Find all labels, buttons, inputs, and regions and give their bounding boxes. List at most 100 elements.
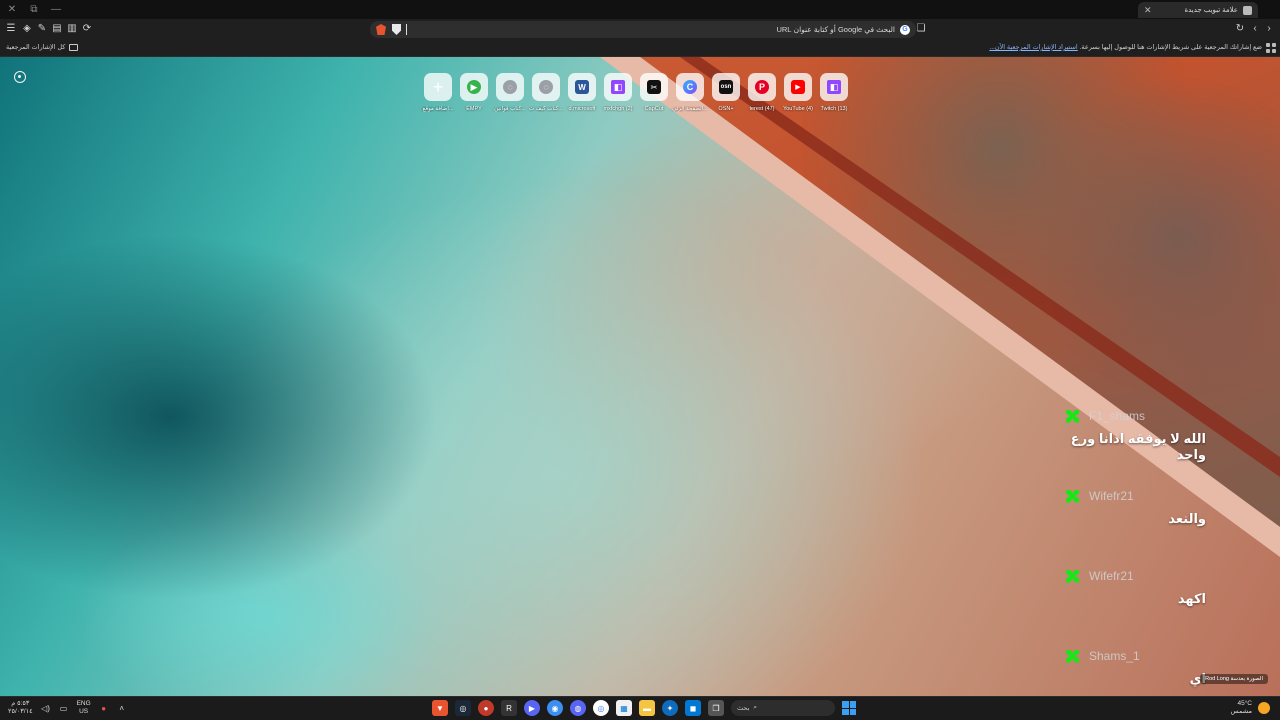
pinterest-icon: P: [755, 80, 769, 94]
start-icon[interactable]: [842, 701, 856, 715]
top-site-tile-bg: ◧: [604, 73, 632, 101]
bookmarks-bar: كل الإشارات المرجعية ضع إشاراتك المرجعية…: [0, 40, 1280, 57]
bookmarks-hint: ضع إشاراتك المرجعية على شريط الإشارات هن…: [989, 43, 1262, 51]
sidebar-icon[interactable]: ▥: [65, 22, 79, 36]
apps-grid-icon[interactable]: [1266, 43, 1276, 53]
microphone-icon[interactable]: ●: [99, 703, 109, 713]
restore-window-icon[interactable]: ⧉: [24, 2, 44, 17]
copilot-icon: C: [683, 80, 697, 94]
temperature: 45°C: [1237, 700, 1252, 707]
chat-text: والنعد: [1168, 511, 1206, 526]
clock[interactable]: ٥:٥٣ م ٢٥/٠٣/١٤: [8, 700, 33, 716]
top-site-label: EMPY: [466, 106, 482, 112]
search-icon: ⌕: [753, 704, 758, 711]
customize-icon[interactable]: [14, 71, 26, 83]
top-site-tile-bg: ◧: [820, 73, 848, 101]
copilot-taskbar-icon[interactable]: ✦: [662, 700, 678, 716]
twitch-icon: ◧: [611, 80, 625, 94]
tab-favicon-icon: [1243, 5, 1252, 15]
tab-new-tab[interactable]: علامة تبويب جديدة ✕: [1138, 2, 1258, 18]
chat-text: الله لا يوفقه ادانا ورع واحد: [1070, 431, 1206, 462]
top-site-tile[interactable]: ▶ YouTube (4): [783, 73, 813, 112]
chrome-icon[interactable]: ◎: [593, 700, 609, 716]
brave-profile-icon[interactable]: ●: [478, 700, 494, 716]
top-site-tile[interactable]: ◌ كتاب قوانين...: [494, 73, 526, 112]
top-site-tile-bg: osn: [712, 73, 740, 101]
address-bar[interactable]: G البحث في Google أو كتابة عنوان URL: [370, 21, 916, 38]
play-icon: ▶: [467, 80, 481, 94]
top-site-tile[interactable]: ✂ CapCut: [640, 73, 668, 112]
tab-close-icon[interactable]: ✕: [1144, 5, 1152, 16]
taskbar-search[interactable]: ⌕ بحث: [731, 700, 835, 716]
minimize-window-icon[interactable]: —: [46, 2, 66, 17]
rockstar-icon[interactable]: R: [501, 700, 517, 716]
brave-icon[interactable]: ▼: [432, 700, 448, 716]
close-window-icon[interactable]: ✕: [2, 2, 22, 17]
chat-message: Wifefr21 والنعد: [1066, 489, 1236, 569]
top-site-tile[interactable]: ▶ EMPY: [460, 73, 488, 112]
twitch-icon: ◧: [827, 80, 841, 94]
top-site-label: OSN+: [718, 106, 734, 112]
top-site-tile[interactable]: osn OSN+: [712, 73, 740, 112]
top-site-tile-bg: ◌: [532, 73, 560, 101]
import-bookmarks-link[interactable]: استيراد الإشارات المرجعية الآن...: [989, 44, 1077, 51]
top-site-tile[interactable]: ◧ Twitch (13): [820, 73, 848, 112]
back-icon[interactable]: ‹: [1248, 22, 1262, 36]
kick-icon: [1066, 569, 1079, 583]
brave-shield-icon[interactable]: [392, 24, 401, 35]
chat-message: F1_shams الله لا يوفقه ادانا ورع واحد: [1066, 409, 1236, 489]
add-site-button[interactable]: + إضافة موقع...: [423, 73, 453, 112]
plus-icon: +: [432, 76, 444, 97]
store-icon[interactable]: ◼: [685, 700, 701, 716]
forward-icon[interactable]: ›: [1262, 22, 1276, 36]
steam-icon[interactable]: ◎: [455, 700, 471, 716]
file-explorer-icon[interactable]: ▬: [639, 700, 655, 716]
media-player-icon[interactable]: ▶: [524, 700, 540, 716]
bookmark-icon[interactable]: ❏: [914, 22, 928, 36]
taskbar: ٥:٥٣ م ٢٥/٠٣/١٤ ◁) ▭ ENG US ● ˄ ▼ ◎ ● R …: [0, 696, 1280, 720]
top-site-tile-bg: +: [424, 73, 452, 101]
top-site-tile[interactable]: C الصفحة الرئي...: [672, 73, 708, 112]
network-icon[interactable]: ▭: [59, 703, 69, 713]
vpn-icon[interactable]: ⟳: [80, 22, 94, 36]
globe-icon: ◌: [539, 80, 553, 94]
top-sites: + إضافة موقع... ▶ EMPY ◌ كتاب قوانين... ◌ كتاب …: [423, 73, 848, 112]
top-site-tile[interactable]: ◌ كتاب كيف ت...: [529, 73, 563, 112]
address-placeholder: البحث في Google أو كتابة عنوان URL: [776, 25, 895, 34]
top-site-tile[interactable]: ◧ mxfchgh (2): [603, 73, 633, 112]
tab-title: علامة تبويب جديدة: [1184, 7, 1238, 14]
calendar-icon[interactable]: ▦: [616, 700, 632, 716]
weather-desc: مشمس: [1230, 708, 1252, 715]
messenger-icon[interactable]: ◉: [547, 700, 563, 716]
top-site-tile[interactable]: Pterest (47): [748, 73, 776, 112]
chevron-up-icon[interactable]: ˄: [117, 703, 127, 713]
weather-widget[interactable]: 45°C مشمس: [1231, 700, 1270, 716]
chat-user: Wifefr21: [1066, 489, 1236, 503]
top-site-label: d.microsoft: [568, 106, 596, 112]
top-site-tile[interactable]: Wd.microsoft: [568, 73, 596, 112]
wallet-icon[interactable]: ▤: [50, 22, 64, 36]
brave-rewards-icon[interactable]: [376, 24, 386, 35]
all-bookmarks-button[interactable]: كل الإشارات المرجعية: [6, 43, 79, 51]
top-site-label: كتاب كيف ت...: [529, 106, 563, 112]
top-site-label: YouTube (4): [783, 106, 813, 112]
top-site-tile-bg: ▶: [784, 73, 812, 101]
chat-user: Shams_1: [1066, 649, 1236, 663]
all-bookmarks-label: كل الإشارات المرجعية: [6, 44, 66, 51]
menu-icon[interactable]: ☰: [4, 22, 18, 36]
lang-line2: US: [79, 708, 89, 715]
chat-username: Shams_1: [1089, 649, 1140, 663]
top-site-tile-bg: ◌: [496, 73, 524, 101]
discord-icon[interactable]: ◍: [570, 700, 586, 716]
chat-user: Wifefr21: [1066, 569, 1236, 583]
kick-icon: [1066, 649, 1079, 663]
extensions-icon[interactable]: ✎: [35, 22, 49, 36]
shields-icon[interactable]: ◈: [20, 22, 34, 36]
speaker-icon[interactable]: ◁): [41, 703, 51, 713]
tab-strip: ✕ ⧉ — + علامة تبويب جديدة ✕: [0, 0, 1280, 19]
reload-icon[interactable]: ↻: [1233, 22, 1247, 36]
task-view-icon[interactable]: ❐: [708, 700, 724, 716]
photo-credit: الصورة بعدسة Rod Long: [1200, 674, 1268, 684]
input-language[interactable]: ENG US: [77, 700, 91, 716]
chat-username: Wifefr21: [1089, 489, 1134, 503]
